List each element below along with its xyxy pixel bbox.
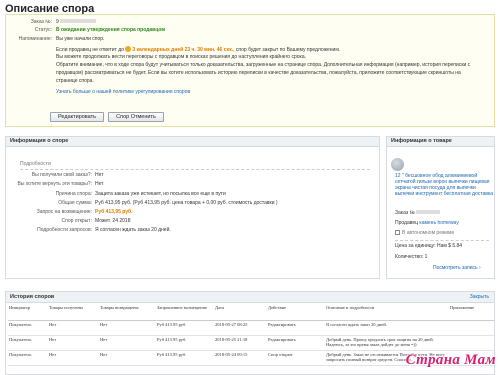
quantity-row: Количество: 1 — [395, 254, 428, 260]
chat-icon — [395, 230, 400, 235]
info-row-value: Защита заказа уже истекает, но посылка в… — [95, 191, 226, 197]
policy-link[interactable]: Узнать больше о нашей политике урегулиро… — [56, 89, 190, 95]
col-initiator: Инициатор — [8, 304, 48, 321]
product-name-link[interactable]: 12 " бесшовное обод алюминиевой сетчатой… — [395, 173, 493, 197]
col-returned: Товары возвращены — [99, 304, 156, 321]
offline-status: В автономном режиме — [395, 230, 454, 236]
info-row-value: Нет — [95, 172, 104, 178]
refund-amount: Руб 413,95 руб. — [95, 209, 133, 215]
col-refund: Запрошенное возмещение — [156, 304, 214, 321]
status-label: Статус: — [34, 27, 52, 33]
info-row-value: Я согласен ждать заказ 20 дней. — [95, 227, 171, 233]
countdown-timer: 3 календарных дней 23 ч. 30 мин. 46 сек. — [132, 47, 234, 53]
table-cell: Я согласен ждать заказ 20 дней. — [325, 320, 449, 336]
table-cell: Редактировать — [267, 320, 325, 336]
col-description: Описание и подробности — [325, 304, 449, 321]
table-cell: Добрый день. Прошу продлить срок защиты … — [325, 335, 449, 351]
dispute-notice: Заказ №: 9 Статус: В ожидании утверждени… — [5, 14, 495, 127]
info-row-label: Вы хотите вернуть эти товары?: — [17, 181, 92, 187]
order-label: Заказ №: — [30, 19, 52, 25]
reminder-line5: продавцом) рассматриваться не будет. Есл… — [56, 70, 461, 76]
table-cell: Покупатель — [8, 320, 48, 336]
order-number-redacted — [416, 210, 441, 214]
cancel-dispute-button[interactable]: Спор Отменить — [108, 112, 164, 122]
seller-row: Продавец камень homeway — [395, 220, 459, 226]
info-row-label: Запрос на возмещение: — [36, 209, 92, 215]
product-thumbnail[interactable] — [391, 158, 404, 171]
seller-link[interactable]: камень homeway — [419, 220, 458, 226]
col-date: Дата — [214, 304, 267, 321]
table-cell: Руб 413.95 руб. — [156, 350, 214, 366]
reminder-label: Напоминание: — [18, 36, 52, 42]
table-cell — [449, 320, 494, 336]
product-info-panel: Информация о товаре 12 " бесшовное обод … — [386, 136, 495, 279]
product-order-row: Заказ № — [395, 210, 441, 216]
info-row-label: Общая сумма: — [58, 200, 92, 206]
table-row: Покупатель Нет Нет Руб 413.95 руб. 2018-… — [8, 320, 494, 336]
product-info-title: Информация о товаре — [387, 137, 494, 147]
table-cell: Нет — [48, 350, 99, 366]
history-header-row: Инициатор Товары получены Товары возвращ… — [8, 304, 494, 321]
divider — [20, 169, 370, 170]
table-cell: Покупатель — [8, 335, 48, 351]
dispute-info-panel: Информация о споре Подробности Вы получи… — [5, 136, 380, 279]
info-row-value: Нет — [95, 181, 104, 187]
reminder-line2: Если продавец не ответит до 3 календарны… — [56, 46, 341, 53]
table-cell: Спор открыт — [267, 350, 325, 366]
col-action: Действие — [267, 304, 325, 321]
reminder-line4: Обратите внимание, что в ходе спора буду… — [56, 62, 471, 68]
table-cell: Нет — [99, 320, 156, 336]
table-row: Покупатель Нет Нет Руб 413.95 руб. 2018-… — [8, 335, 494, 351]
table-cell — [449, 335, 494, 351]
reminder-line1: Вы уже начали спор. — [56, 36, 105, 42]
table-cell: Нет — [99, 335, 156, 351]
details-subtitle: Подробности — [20, 161, 51, 167]
table-cell: 2018-05-25 21:18 — [214, 335, 267, 351]
table-cell: Руб 413.95 руб. — [156, 320, 214, 336]
order-number-redacted — [60, 19, 97, 23]
info-row-label: Подробности запросов: — [37, 227, 92, 233]
table-cell: Нет — [48, 320, 99, 336]
table-cell: 2018-05-27 08:25 — [214, 320, 267, 336]
site-watermark: Страна Мам — [405, 352, 496, 368]
order-number: 9 — [56, 19, 59, 25]
table-cell: 2018-05-24 09:15 — [214, 350, 267, 366]
table-cell: Нет — [99, 350, 156, 366]
table-cell: Покупатель — [8, 350, 48, 366]
dispute-info-title: Информация о споре — [6, 137, 379, 147]
col-attachment: Приложение — [449, 304, 494, 321]
history-title: История споров — [10, 294, 55, 300]
table-cell: Редактировать — [267, 335, 325, 351]
info-row-label: Вы получили свой заказ?: — [31, 172, 92, 178]
col-received: Товары получены — [48, 304, 99, 321]
table-cell: Нет — [48, 335, 99, 351]
unit-price-row: Цена за единицу: Нам $ 5.84 — [395, 243, 463, 249]
table-cell: Руб 413.95 руб. — [156, 335, 214, 351]
info-row-label: Спор открыт: — [61, 218, 92, 224]
info-row-value: Может. 24 2018 — [95, 218, 131, 224]
info-row-value: Руб 413,95 руб. (Руб 413,95 руб. цена то… — [95, 200, 278, 206]
status-value: В ожидании утверждения спора продавцом — [56, 27, 166, 33]
edit-dispute-button[interactable]: Редактировать — [50, 112, 104, 122]
reminder-line6: странице спора. — [56, 78, 94, 84]
divider — [395, 240, 489, 241]
info-row-label: Причина спора: — [55, 191, 92, 197]
reminder-line3: Вы можете продолжать вести переговоры с … — [56, 54, 306, 60]
history-collapse-link[interactable]: Закрыть — [470, 294, 489, 300]
view-snapshot-link[interactable]: Посмотреть запись › — [433, 265, 481, 271]
clock-icon — [125, 46, 132, 52]
